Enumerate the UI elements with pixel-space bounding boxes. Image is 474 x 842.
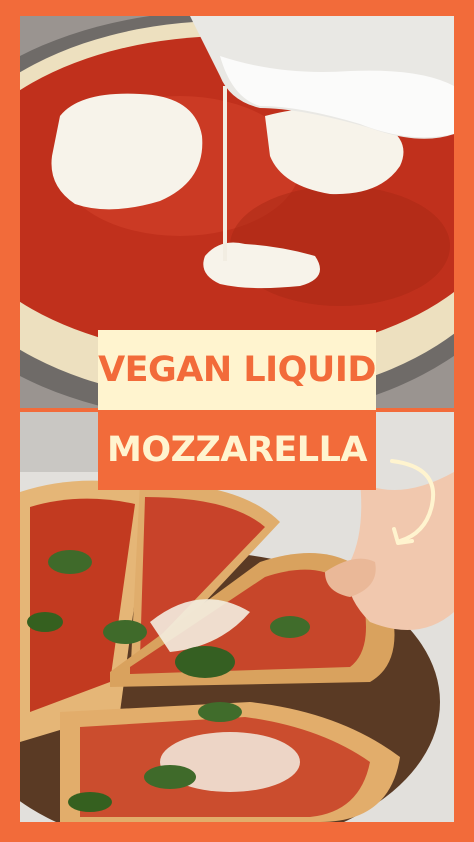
pin-card: VEGAN LIQUID MOZZARELLA bbox=[0, 0, 474, 842]
curved-arrow-icon bbox=[390, 459, 436, 545]
title-line-2: MOZZARELLA bbox=[98, 410, 376, 490]
title-line-1: VEGAN LIQUID bbox=[98, 330, 376, 410]
